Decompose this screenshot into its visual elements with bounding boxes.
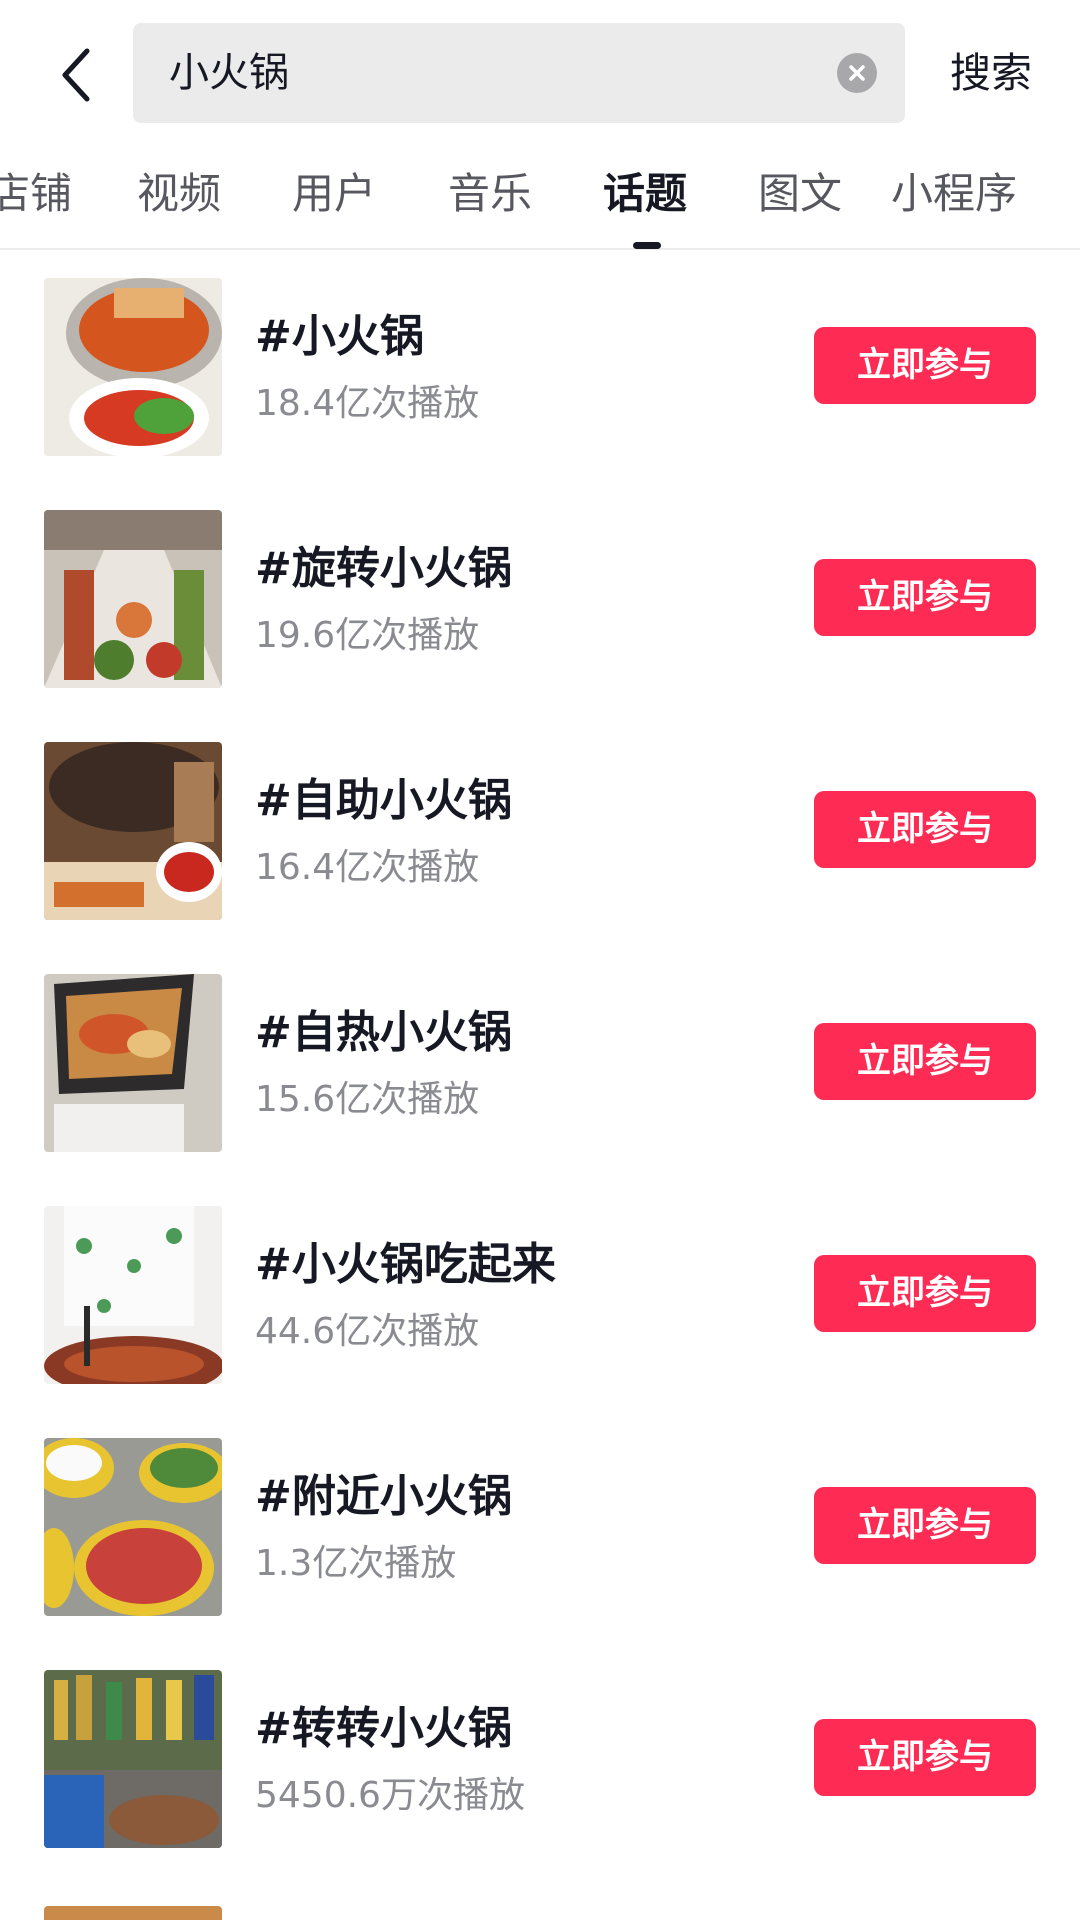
topic-row[interactable]: #自热小火锅 15.6亿次播放 立即参与 (0, 946, 1080, 1178)
topic-title: #旋转小火锅 (255, 543, 512, 594)
join-topic-button[interactable]: 立即参与 (814, 1719, 1036, 1796)
search-submit-button[interactable]: 搜索 (950, 23, 1032, 123)
topic-title: #小火锅吃起来 (255, 1239, 556, 1290)
search-query-text: 小火锅 (169, 50, 289, 96)
join-topic-button[interactable]: 立即参与 (814, 1487, 1036, 1564)
topic-play-count: 1.3亿次播放 (255, 1543, 457, 1584)
topic-thumbnail (44, 1438, 222, 1616)
topic-thumbnail-partial (44, 1906, 222, 1920)
search-header: 小火锅 搜索 (0, 0, 1080, 140)
tab-users[interactable]: 用户 (292, 140, 376, 248)
topic-title: #附近小火锅 (255, 1471, 512, 1522)
chevron-left-icon (62, 48, 90, 102)
join-topic-button[interactable]: 立即参与 (814, 559, 1036, 636)
topic-row[interactable]: #小火锅吃起来 44.6亿次播放 立即参与 (0, 1178, 1080, 1410)
category-tabs: 店铺 视频 用户 音乐 话题 图文 小程序 (0, 140, 1080, 250)
tab-topics[interactable]: 话题 (603, 140, 687, 248)
join-topic-button[interactable]: 立即参与 (814, 327, 1036, 404)
topic-thumbnail (44, 974, 222, 1152)
topic-row[interactable]: #自助小火锅 16.4亿次播放 立即参与 (0, 714, 1080, 946)
join-topic-button[interactable]: 立即参与 (814, 1255, 1036, 1332)
tab-mini-programs[interactable]: 小程序 (891, 140, 1017, 248)
tab-shops[interactable]: 店铺 (0, 140, 72, 248)
clear-search-button[interactable] (837, 53, 877, 93)
tab-image-text[interactable]: 图文 (758, 140, 842, 248)
back-button[interactable] (40, 40, 110, 110)
topic-play-count: 15.6亿次播放 (255, 1079, 480, 1120)
topic-row[interactable]: #附近小火锅 1.3亿次播放 立即参与 (0, 1410, 1080, 1642)
search-input[interactable]: 小火锅 (133, 23, 905, 123)
topic-play-count: 16.4亿次播放 (255, 847, 480, 888)
topic-title: #转转小火锅 (255, 1703, 512, 1754)
topic-play-count: 5450.6万次播放 (255, 1775, 525, 1816)
join-topic-button[interactable]: 立即参与 (814, 1023, 1036, 1100)
topic-thumbnail (44, 510, 222, 688)
tab-music[interactable]: 音乐 (448, 140, 532, 248)
topic-thumbnail (44, 742, 222, 920)
topic-title: #小火锅 (255, 311, 424, 362)
topic-thumbnail (44, 278, 222, 456)
topic-row[interactable]: #旋转小火锅 19.6亿次播放 立即参与 (0, 482, 1080, 714)
active-tab-indicator (633, 242, 661, 249)
clear-icon (849, 65, 865, 81)
topic-thumbnail (44, 1670, 222, 1848)
topic-thumbnail (44, 1206, 222, 1384)
join-topic-button[interactable]: 立即参与 (814, 791, 1036, 868)
tab-videos[interactable]: 视频 (137, 140, 221, 248)
topic-title: #自助小火锅 (255, 775, 512, 826)
topic-play-count: 44.6亿次播放 (255, 1311, 480, 1352)
topic-play-count: 19.6亿次播放 (255, 615, 480, 656)
topic-row[interactable]: #小火锅 18.4亿次播放 立即参与 (0, 250, 1080, 482)
topic-play-count: 18.4亿次播放 (255, 383, 480, 424)
topic-row[interactable]: #转转小火锅 5450.6万次播放 立即参与 (0, 1642, 1080, 1874)
topic-title: #自热小火锅 (255, 1007, 512, 1058)
